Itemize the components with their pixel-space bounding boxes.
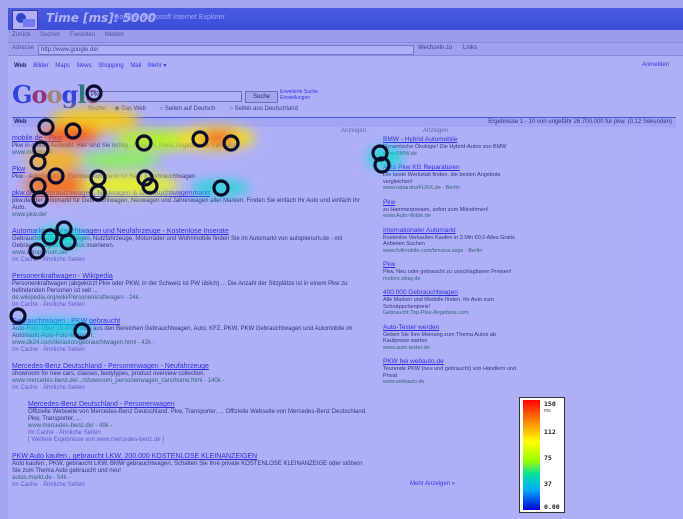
legend-color-bar: [523, 400, 540, 510]
heat-blob: [190, 181, 250, 195]
legend-tick: 75: [544, 454, 552, 462]
legend-tick-max: 150: [544, 400, 556, 408]
legend-unit: ms: [544, 408, 551, 414]
legend-tick: 112: [544, 428, 556, 436]
fixation-circle: [28, 242, 46, 260]
fixation-circle: [9, 307, 27, 325]
heatmap-legend: 150 ms 112 75 37 0.00: [519, 397, 565, 513]
legend-tick-min: 0.00: [544, 503, 560, 511]
screenshot-stage: Time [ms]: 5000 Google - Microsoft Inter…: [0, 0, 683, 519]
legend-tick: 37: [544, 480, 552, 488]
heat-blob: [80, 152, 160, 168]
heat-blob: [15, 320, 95, 336]
heat-blobs: [15, 108, 403, 336]
gaze-heatmap-overlay: [9, 84, 403, 340]
fixation-circle: [85, 84, 103, 102]
